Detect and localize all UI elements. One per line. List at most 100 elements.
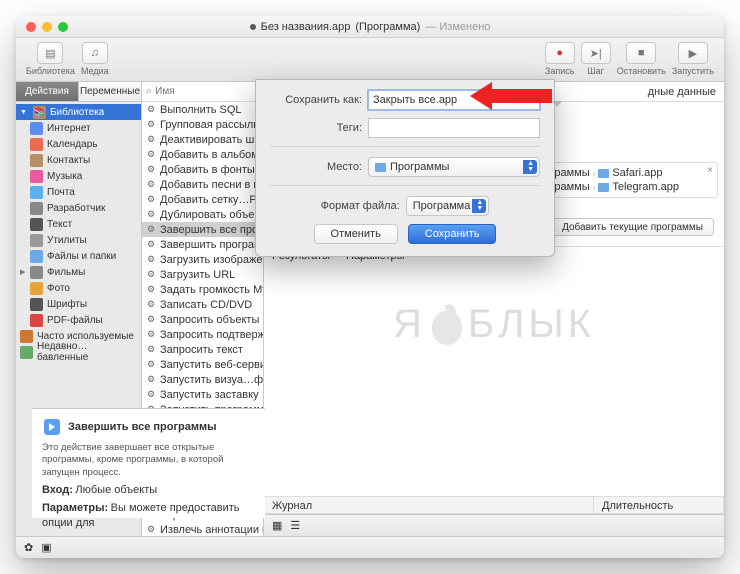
action-row[interactable]: ⚙Добавить в альбом: [142, 147, 263, 162]
where-label: Место:: [270, 161, 362, 173]
sidebar-item-3[interactable]: Музыка: [16, 168, 141, 184]
action-search[interactable]: ⌕: [142, 82, 263, 102]
saveas-input[interactable]: [368, 90, 540, 110]
action-row[interactable]: ⚙Запросить текст: [142, 342, 263, 357]
sidebar-item-1[interactable]: Календарь: [16, 136, 141, 152]
action-icon: ⚙: [145, 224, 157, 236]
add-running-button[interactable]: Добавить текущие программы: [551, 218, 714, 236]
stop-small-icon[interactable]: ▣: [41, 541, 51, 554]
action-row[interactable]: ⚙Запросить объекты Finder: [142, 312, 263, 327]
action-icon: ⚙: [145, 119, 157, 131]
action-row[interactable]: ⚙Завершить программу: [142, 237, 263, 252]
input-hint: дные данные: [648, 86, 716, 98]
action-row[interactable]: ⚙Запустить визуа…ффекты Музыки: [142, 372, 263, 387]
tags-label: Теги:: [270, 122, 362, 134]
document-dirty-icon: [250, 24, 256, 30]
window-state: — Изменено: [425, 21, 490, 33]
cancel-button[interactable]: Отменить: [314, 224, 398, 244]
action-icon: ⚙: [145, 149, 157, 161]
media-icon[interactable]: ♫: [82, 42, 108, 64]
format-select[interactable]: Программа ▲▼: [406, 196, 490, 216]
folder-icon: [598, 183, 609, 192]
action-row[interactable]: ⚙Задать громкость Музыки: [142, 282, 263, 297]
window-kind: (Программа): [355, 21, 420, 33]
sidebar-item-5[interactable]: Разработчик: [16, 200, 141, 216]
action-icon: ⚙: [145, 314, 157, 326]
action-icon: ⚙: [145, 284, 157, 296]
watermark: ЯБЛЫК: [393, 302, 595, 347]
expand-icon[interactable]: [552, 101, 562, 107]
action-row[interactable]: ⚙Записать CD/DVD: [142, 297, 263, 312]
action-row[interactable]: ⚙Завершить все програм: [142, 222, 263, 237]
action-row[interactable]: ⚙Запустить веб-сервис: [142, 357, 263, 372]
save-dialog: Сохранить как: Теги: Место: Программы ▲▼…: [255, 79, 555, 257]
action-row[interactable]: ⚙Загрузить изображения: [142, 252, 263, 267]
tags-input[interactable]: [368, 118, 540, 138]
action-row[interactable]: ⚙Загрузить URL: [142, 267, 263, 282]
run-icon[interactable]: ▶: [678, 42, 708, 64]
sidebar-item-4[interactable]: Почта: [16, 184, 141, 200]
action-icon: ⚙: [145, 179, 157, 191]
action-row[interactable]: ⚙Добавить песни в плей: [142, 177, 263, 192]
action-big-icon: [42, 417, 62, 437]
close-icon[interactable]: ×: [707, 165, 713, 176]
log-col-duration: Длительность: [594, 497, 724, 513]
sidebar-item-11[interactable]: Шрифты: [16, 296, 141, 312]
sidebar-item-8[interactable]: Файлы и папки: [16, 248, 141, 264]
sidebar-item-9[interactable]: ▶Фильмы: [16, 264, 141, 280]
sidebar-smart-1[interactable]: Недавно…бавленные: [16, 344, 141, 360]
action-row[interactable]: ⚙Запросить подтверждение: [142, 327, 263, 342]
action-description: Завершить все программы Это действие зав…: [32, 408, 265, 518]
books-icon[interactable]: ▤: [37, 42, 63, 64]
folder-icon: [375, 163, 386, 172]
step-icon[interactable]: ➤|: [581, 42, 611, 64]
action-icon: ⚙: [145, 329, 157, 341]
save-button[interactable]: Сохранить: [408, 224, 497, 244]
gear-icon[interactable]: ✿: [24, 541, 33, 554]
action-icon: ⚙: [145, 134, 157, 146]
format-label: Формат файла:: [321, 200, 400, 212]
sidebar-root[interactable]: 📚Библиотека: [16, 104, 141, 120]
action-icon: ⚙: [145, 359, 157, 371]
record-icon[interactable]: ●: [545, 42, 575, 64]
folder-icon: [598, 169, 609, 178]
action-row[interactable]: ⚙Групповая рассылка: [142, 117, 263, 132]
action-icon: ⚙: [145, 164, 157, 176]
action-row[interactable]: ⚙Деактивировать шрифт: [142, 132, 263, 147]
sidebar-item-10[interactable]: Фото: [16, 280, 141, 296]
desc-title: Завершить все программы: [68, 421, 217, 433]
search-icon: ⌕: [146, 85, 152, 98]
tab-actions[interactable]: Действия: [16, 82, 79, 101]
saveas-label: Сохранить как:: [270, 94, 362, 106]
view-grid-icon[interactable]: ▦: [272, 519, 282, 532]
sidebar-item-6[interactable]: Текст: [16, 216, 141, 232]
action-icon: ⚙: [145, 344, 157, 356]
window-title: Без названия.app: [261, 21, 351, 33]
action-row[interactable]: ⚙Дублировать объекты F: [142, 207, 263, 222]
action-row[interactable]: ⚙Выполнить SQL: [142, 102, 263, 117]
action-row[interactable]: ⚙Добавить сетку…PDF-д: [142, 192, 263, 207]
sidebar-item-7[interactable]: Утилиты: [16, 232, 141, 248]
action-icon: ⚙: [145, 194, 157, 206]
action-row[interactable]: ⚙Добавить в фонты: [142, 162, 263, 177]
action-icon: ⚙: [145, 299, 157, 311]
action-icon: ⚙: [145, 269, 157, 281]
sidebar-item-0[interactable]: Интернет: [16, 120, 141, 136]
stop-icon[interactable]: ■: [626, 42, 656, 64]
action-row[interactable]: ⚙Запустить заставку: [142, 387, 263, 402]
action-icon: ⚙: [145, 374, 157, 386]
log-col-journal: Журнал: [264, 497, 594, 513]
view-list-icon[interactable]: ☰: [290, 519, 300, 532]
window-titlebar: Без названия.app (Программа) — Изменено: [16, 16, 724, 38]
action-icon: ⚙: [145, 104, 157, 116]
toolbar: ▤Библиотека♫Медиа ●Запись➤|Шаг■Остановит…: [16, 38, 724, 82]
action-icon: ⚙: [145, 209, 157, 221]
action-icon: ⚙: [145, 389, 157, 401]
sidebar-item-12[interactable]: PDF-файлы: [16, 312, 141, 328]
where-select[interactable]: Программы ▲▼: [368, 157, 540, 177]
sidebar-item-2[interactable]: Контакты: [16, 152, 141, 168]
action-icon: ⚙: [145, 239, 157, 251]
tab-variables[interactable]: Переменные: [79, 82, 141, 101]
desc-text: Это действие завершает все открытые прог…: [42, 442, 255, 479]
apple-icon: [430, 305, 464, 345]
